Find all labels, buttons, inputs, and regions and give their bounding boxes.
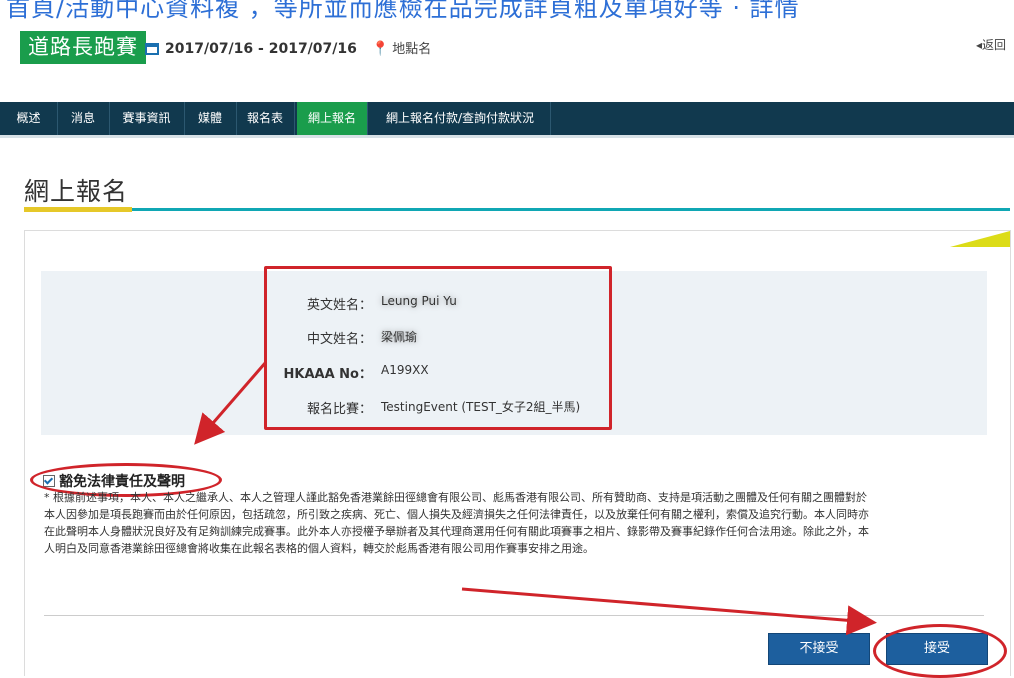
annotation-arrows	[194, 361, 877, 636]
arrow-to-accept	[461, 587, 877, 636]
arrow-to-checkbox	[194, 361, 268, 445]
